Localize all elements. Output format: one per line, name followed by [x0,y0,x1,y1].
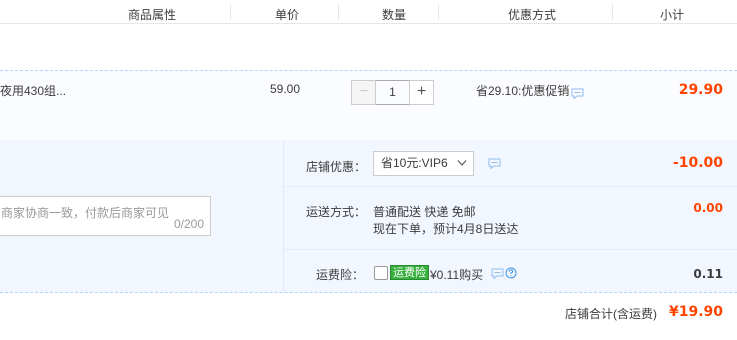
shop-total-label: 店铺合计(含运费) [565,307,657,321]
item-title-link[interactable]: 夜用430组... [0,82,66,99]
insurance-fee: 0.11 [693,267,723,281]
cart-column-header: 商品属性 单价 数量 优惠方式 小计 [0,0,737,24]
insurance-price: ¥0.11购买 [430,268,484,282]
shipping-method: 普通配送 快递 免邮 [373,205,476,219]
col-qty: 数量 [382,8,407,22]
message-char-count: 0/200 [173,217,204,231]
total-divider [0,292,737,293]
header-divider [230,4,231,20]
item-promo-text: 省29.10:优惠促销 [476,84,570,98]
shop-discount-select[interactable]: 省10元:VIP6 [373,151,474,176]
insurance-label: 运费险： [316,268,365,282]
chat-bubble-icon[interactable] [571,88,584,99]
buyer-message-textarea[interactable]: 商家协商一致，付款后商家可见 0/200 [0,196,211,236]
header-divider [338,4,339,20]
quantity-stepper: − 1 + [351,80,434,105]
shipping-eta: 现在下单，预计4月8日送达 [373,222,519,236]
header-divider [438,4,439,20]
shop-total-value: ¥19.90 [668,304,723,320]
options-divider [283,249,737,250]
shipping-label: 运送方式： [306,205,367,219]
insurance-badge: 运费险 [390,265,429,280]
options-divider [283,186,737,187]
shop-discount-label: 店铺优惠： [306,160,367,174]
quantity-decrease-button[interactable]: − [351,80,376,105]
item-subtotal: 29.90 [678,82,723,98]
quantity-increase-button[interactable]: + [409,80,434,105]
chat-bubble-icon[interactable] [488,158,501,169]
options-divider [283,140,284,292]
quantity-input[interactable]: 1 [376,80,409,105]
message-placeholder: 商家协商一致，付款后商家可见 [1,206,170,220]
chat-bubble-icon[interactable] [491,268,504,279]
insurance-checkbox[interactable] [374,266,388,280]
col-promo: 优惠方式 [508,8,557,22]
shipping-fee: 0.00 [693,201,723,215]
item-unit-price: 59.00 [270,82,301,96]
col-attr: 商品属性 [128,8,177,22]
header-divider [612,4,613,20]
col-price: 单价 [275,8,300,22]
shop-discount-value: -10.00 [672,155,723,171]
chevron-down-icon [457,160,467,166]
shop-discount-selected: 省10元:VIP6 [381,156,448,170]
help-circle-icon[interactable] [505,267,517,279]
col-subtotal: 小计 [660,8,685,22]
